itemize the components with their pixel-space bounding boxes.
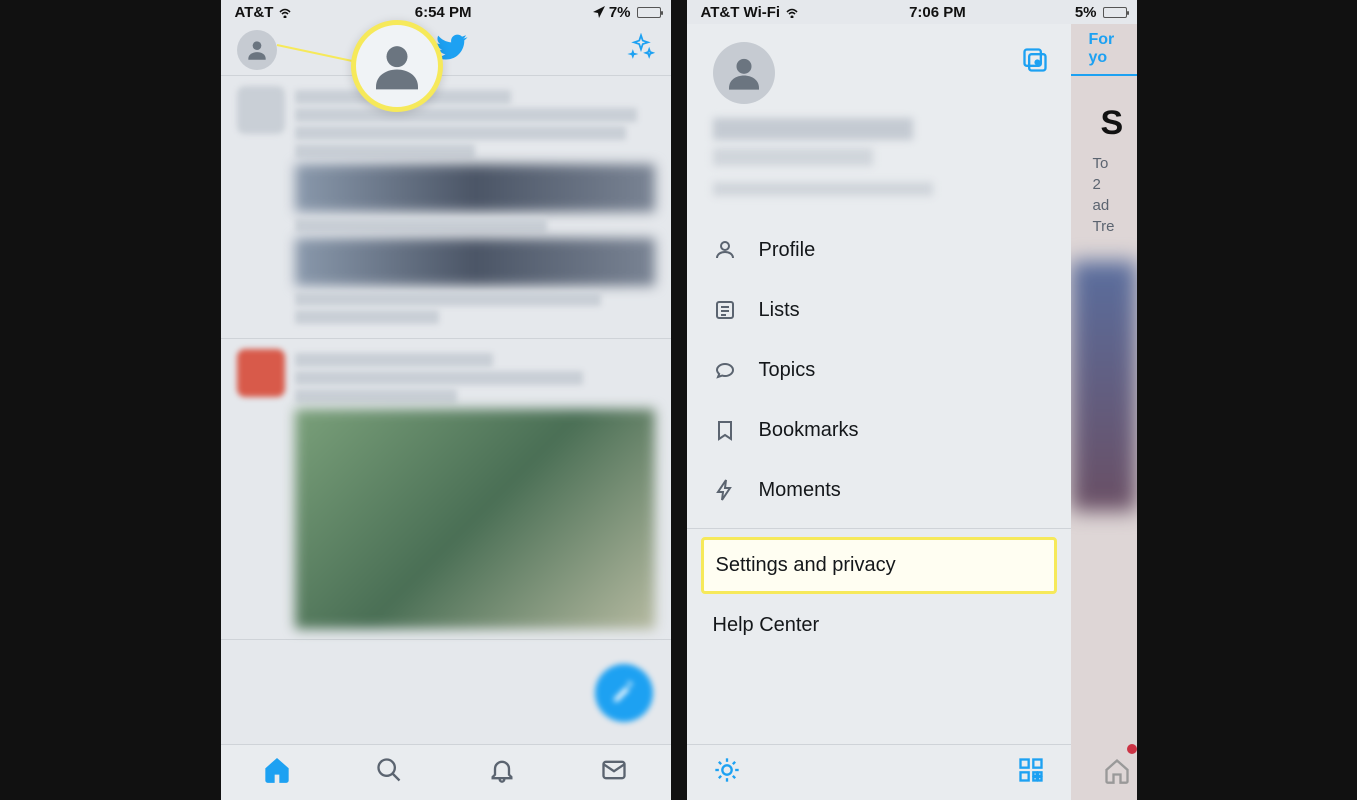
tab-bar	[221, 744, 671, 800]
menu-bookmarks[interactable]: Bookmarks	[687, 400, 1071, 460]
avatar-callout	[351, 20, 443, 112]
battery-icon	[637, 7, 661, 18]
handle-redacted	[713, 148, 873, 166]
tab-messages[interactable]	[600, 756, 628, 789]
tab-home-peek[interactable]	[1103, 757, 1131, 790]
tweet-item[interactable]	[221, 76, 671, 339]
topics-icon	[713, 358, 737, 382]
menu-label: Help Center	[713, 614, 820, 636]
profile-avatar[interactable]	[713, 42, 775, 104]
menu-moments[interactable]: Moments	[687, 460, 1071, 520]
battery-percent: 5%	[1075, 4, 1097, 21]
menu-label: Settings and privacy	[716, 554, 896, 576]
profile-icon	[713, 238, 737, 262]
menu-settings-privacy[interactable]: Settings and privacy	[701, 537, 1057, 594]
compose-tweet-button[interactable]	[595, 664, 653, 722]
drawer-header	[687, 24, 1071, 210]
sparkle-icon[interactable]	[627, 33, 655, 66]
background-content: For yo S To 2 ad Tre	[1071, 24, 1137, 800]
status-bar: AT&T Wi-Fi 7:06 PM 5%	[687, 0, 1137, 24]
trend-card	[1071, 261, 1137, 511]
drawer-footer	[687, 744, 1071, 800]
follow-stats-redacted	[713, 182, 933, 196]
menu-topics[interactable]: Topics	[687, 340, 1071, 400]
menu-label: Topics	[759, 359, 816, 382]
headline-fragment: S	[1071, 76, 1137, 143]
wifi-icon	[784, 6, 800, 18]
side-drawer: Profile Lists Topics Bookmarks	[687, 24, 1071, 800]
tab-search[interactable]	[375, 756, 403, 789]
bookmarks-icon	[713, 418, 737, 442]
location-icon	[593, 6, 605, 18]
display-name-redacted	[713, 118, 913, 140]
profile-avatar-button[interactable]	[237, 30, 277, 70]
screen-home-feed: AT&T 6:54 PM 7%	[221, 0, 671, 800]
screen-drawer-menu: AT&T Wi-Fi 7:06 PM 5% For yo S To 2 ad T…	[687, 0, 1137, 800]
menu-profile[interactable]: Profile	[687, 220, 1071, 280]
menu-label: Lists	[759, 299, 800, 322]
menu-label: Bookmarks	[759, 419, 859, 442]
clock: 7:06 PM	[909, 4, 966, 21]
tweet-avatar	[237, 349, 285, 397]
menu-help-center[interactable]: Help Center	[687, 598, 1071, 653]
bulb-icon[interactable]	[713, 756, 741, 789]
battery-icon	[1103, 7, 1127, 18]
body-text: To 2 ad Tre	[1071, 143, 1137, 237]
wifi-icon	[277, 6, 293, 18]
drawer-menu: Profile Lists Topics Bookmarks	[687, 210, 1071, 524]
qr-icon[interactable]	[1017, 756, 1045, 789]
notification-dot	[1127, 744, 1137, 754]
tab-home[interactable]	[263, 756, 291, 789]
carrier-label: AT&T	[235, 4, 274, 21]
accounts-icon[interactable]	[1021, 46, 1049, 79]
tab-label: For yo	[1089, 31, 1137, 67]
moments-icon	[713, 478, 737, 502]
carrier-label: AT&T Wi-Fi	[701, 4, 781, 21]
divider	[687, 528, 1071, 529]
menu-lists[interactable]: Lists	[687, 280, 1071, 340]
menu-label: Profile	[759, 239, 816, 262]
tweet-item[interactable]	[221, 339, 671, 640]
tab-notifications[interactable]	[488, 756, 516, 789]
tweet-avatar	[237, 86, 285, 134]
tab-for-you[interactable]: For yo	[1071, 24, 1137, 76]
feed[interactable]	[221, 76, 671, 744]
lists-icon	[713, 298, 737, 322]
app-header	[221, 24, 671, 76]
battery-percent: 7%	[609, 4, 631, 21]
clock: 6:54 PM	[415, 4, 472, 21]
menu-label: Moments	[759, 479, 841, 502]
status-bar: AT&T 6:54 PM 7%	[221, 0, 671, 24]
